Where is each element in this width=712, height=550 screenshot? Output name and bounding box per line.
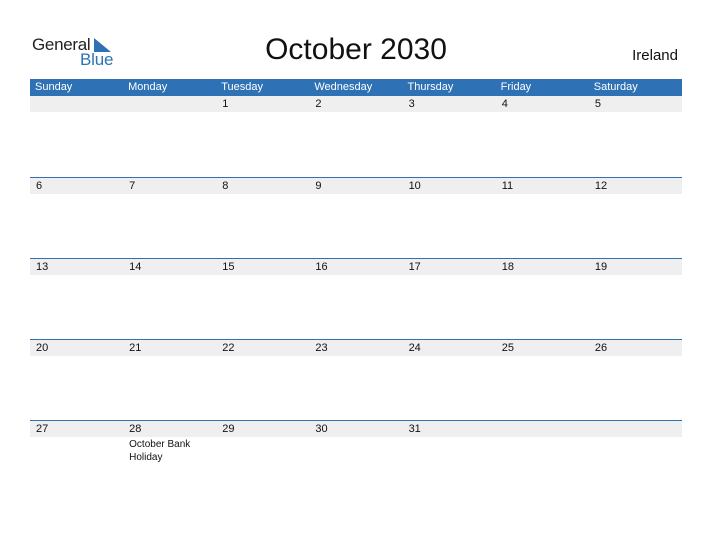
weekday-saturday: Saturday <box>593 81 638 93</box>
day-cell[interactable]: 16 <box>309 259 402 339</box>
day-cell[interactable]: 28 October Bank Holiday <box>123 421 216 501</box>
day-number: 2 <box>315 98 322 110</box>
day-cell[interactable]: 2 <box>309 96 402 176</box>
day-number: 5 <box>594 98 601 110</box>
day-number: 20 <box>36 342 49 354</box>
day-cell[interactable]: 4 <box>496 96 589 176</box>
day-number: 7 <box>129 180 136 192</box>
day-cell <box>30 96 123 176</box>
day-number: 13 <box>36 261 49 273</box>
day-cell[interactable]: 11 <box>496 178 589 258</box>
day-number: 31 <box>408 423 421 435</box>
day-number: 26 <box>594 342 608 354</box>
day-cell[interactable]: 9 <box>309 178 402 258</box>
day-number: 10 <box>408 180 421 192</box>
day-cell[interactable]: 18 <box>496 259 589 339</box>
day-cell[interactable]: 31 <box>403 421 496 501</box>
weekday-tuesday: Tuesday <box>221 81 264 93</box>
week-row: 6 7 8 9 10 11 12 <box>30 177 682 258</box>
day-cell[interactable]: 17 <box>403 259 496 339</box>
day-number: 18 <box>501 261 514 273</box>
day-cell[interactable]: 1 <box>216 96 309 176</box>
weekday-monday: Monday <box>128 81 168 93</box>
weekday-friday: Friday <box>500 81 532 93</box>
week-row: 1 2 3 4 5 <box>30 95 682 176</box>
day-number: 3 <box>408 98 415 110</box>
day-cell[interactable]: 27 <box>30 421 123 501</box>
day-number: 17 <box>408 261 421 273</box>
day-cell <box>496 421 589 501</box>
day-number: 27 <box>36 423 49 435</box>
weekday-header: Sunday Monday Tuesday Wednesday Thursday… <box>30 79 682 96</box>
day-cell[interactable]: 6 <box>30 178 123 258</box>
day-number: 28 <box>129 423 142 435</box>
day-cell[interactable]: 24 <box>403 340 496 420</box>
day-cell[interactable]: 30 <box>309 421 402 501</box>
weekday-wednesday: Wednesday <box>314 81 373 93</box>
day-cell[interactable]: 12 <box>589 178 682 258</box>
day-number: 23 <box>315 342 328 354</box>
calendar-title: October 2030 <box>265 33 447 66</box>
day-cell[interactable]: 20 <box>30 340 123 420</box>
week-row: 13 14 15 16 17 18 19 <box>30 258 682 339</box>
day-number: 16 <box>315 261 328 273</box>
day-cell[interactable]: 19 <box>589 259 682 339</box>
day-cell[interactable]: 15 <box>216 259 309 339</box>
day-number: 8 <box>222 180 229 192</box>
weekday-thursday: Thursday <box>407 81 454 93</box>
day-number: 1 <box>222 98 229 110</box>
day-cell[interactable]: 23 <box>309 340 402 420</box>
holiday-event: October Bank Holiday <box>129 439 191 463</box>
day-number: 4 <box>501 98 508 110</box>
day-number: 19 <box>594 261 608 273</box>
day-number: 21 <box>129 342 142 354</box>
day-number: 11 <box>501 180 514 192</box>
day-cell[interactable]: 25 <box>496 340 589 420</box>
day-number: 24 <box>408 342 421 354</box>
day-cell[interactable]: 22 <box>216 340 309 420</box>
week-row: 27 28 October Bank Holiday 29 30 31 <box>30 420 682 501</box>
day-number: 9 <box>315 180 322 192</box>
country-label: Ireland <box>632 47 678 64</box>
weekday-sunday: Sunday <box>35 81 73 93</box>
day-number: 6 <box>36 180 43 192</box>
day-cell[interactable]: 8 <box>216 178 309 258</box>
day-cell[interactable]: 29 <box>216 421 309 501</box>
day-number: 15 <box>222 261 235 273</box>
day-number: 29 <box>222 423 235 435</box>
day-cell[interactable]: 10 <box>403 178 496 258</box>
day-cell[interactable]: 7 <box>123 178 216 258</box>
day-cell[interactable]: 14 <box>123 259 216 339</box>
day-number: 25 <box>501 342 514 354</box>
day-cell <box>589 421 682 501</box>
day-number: 30 <box>315 423 328 435</box>
day-cell[interactable]: 13 <box>30 259 123 339</box>
day-number: 22 <box>222 342 235 354</box>
day-number: 12 <box>594 180 608 192</box>
day-number: 14 <box>129 261 142 273</box>
day-cell[interactable]: 5 <box>589 96 682 176</box>
day-cell[interactable]: 3 <box>403 96 496 176</box>
day-cell[interactable]: 26 <box>589 340 682 420</box>
day-cell[interactable]: 21 <box>123 340 216 420</box>
week-row: 20 21 22 23 24 25 26 <box>30 339 682 420</box>
day-cell <box>123 96 216 176</box>
